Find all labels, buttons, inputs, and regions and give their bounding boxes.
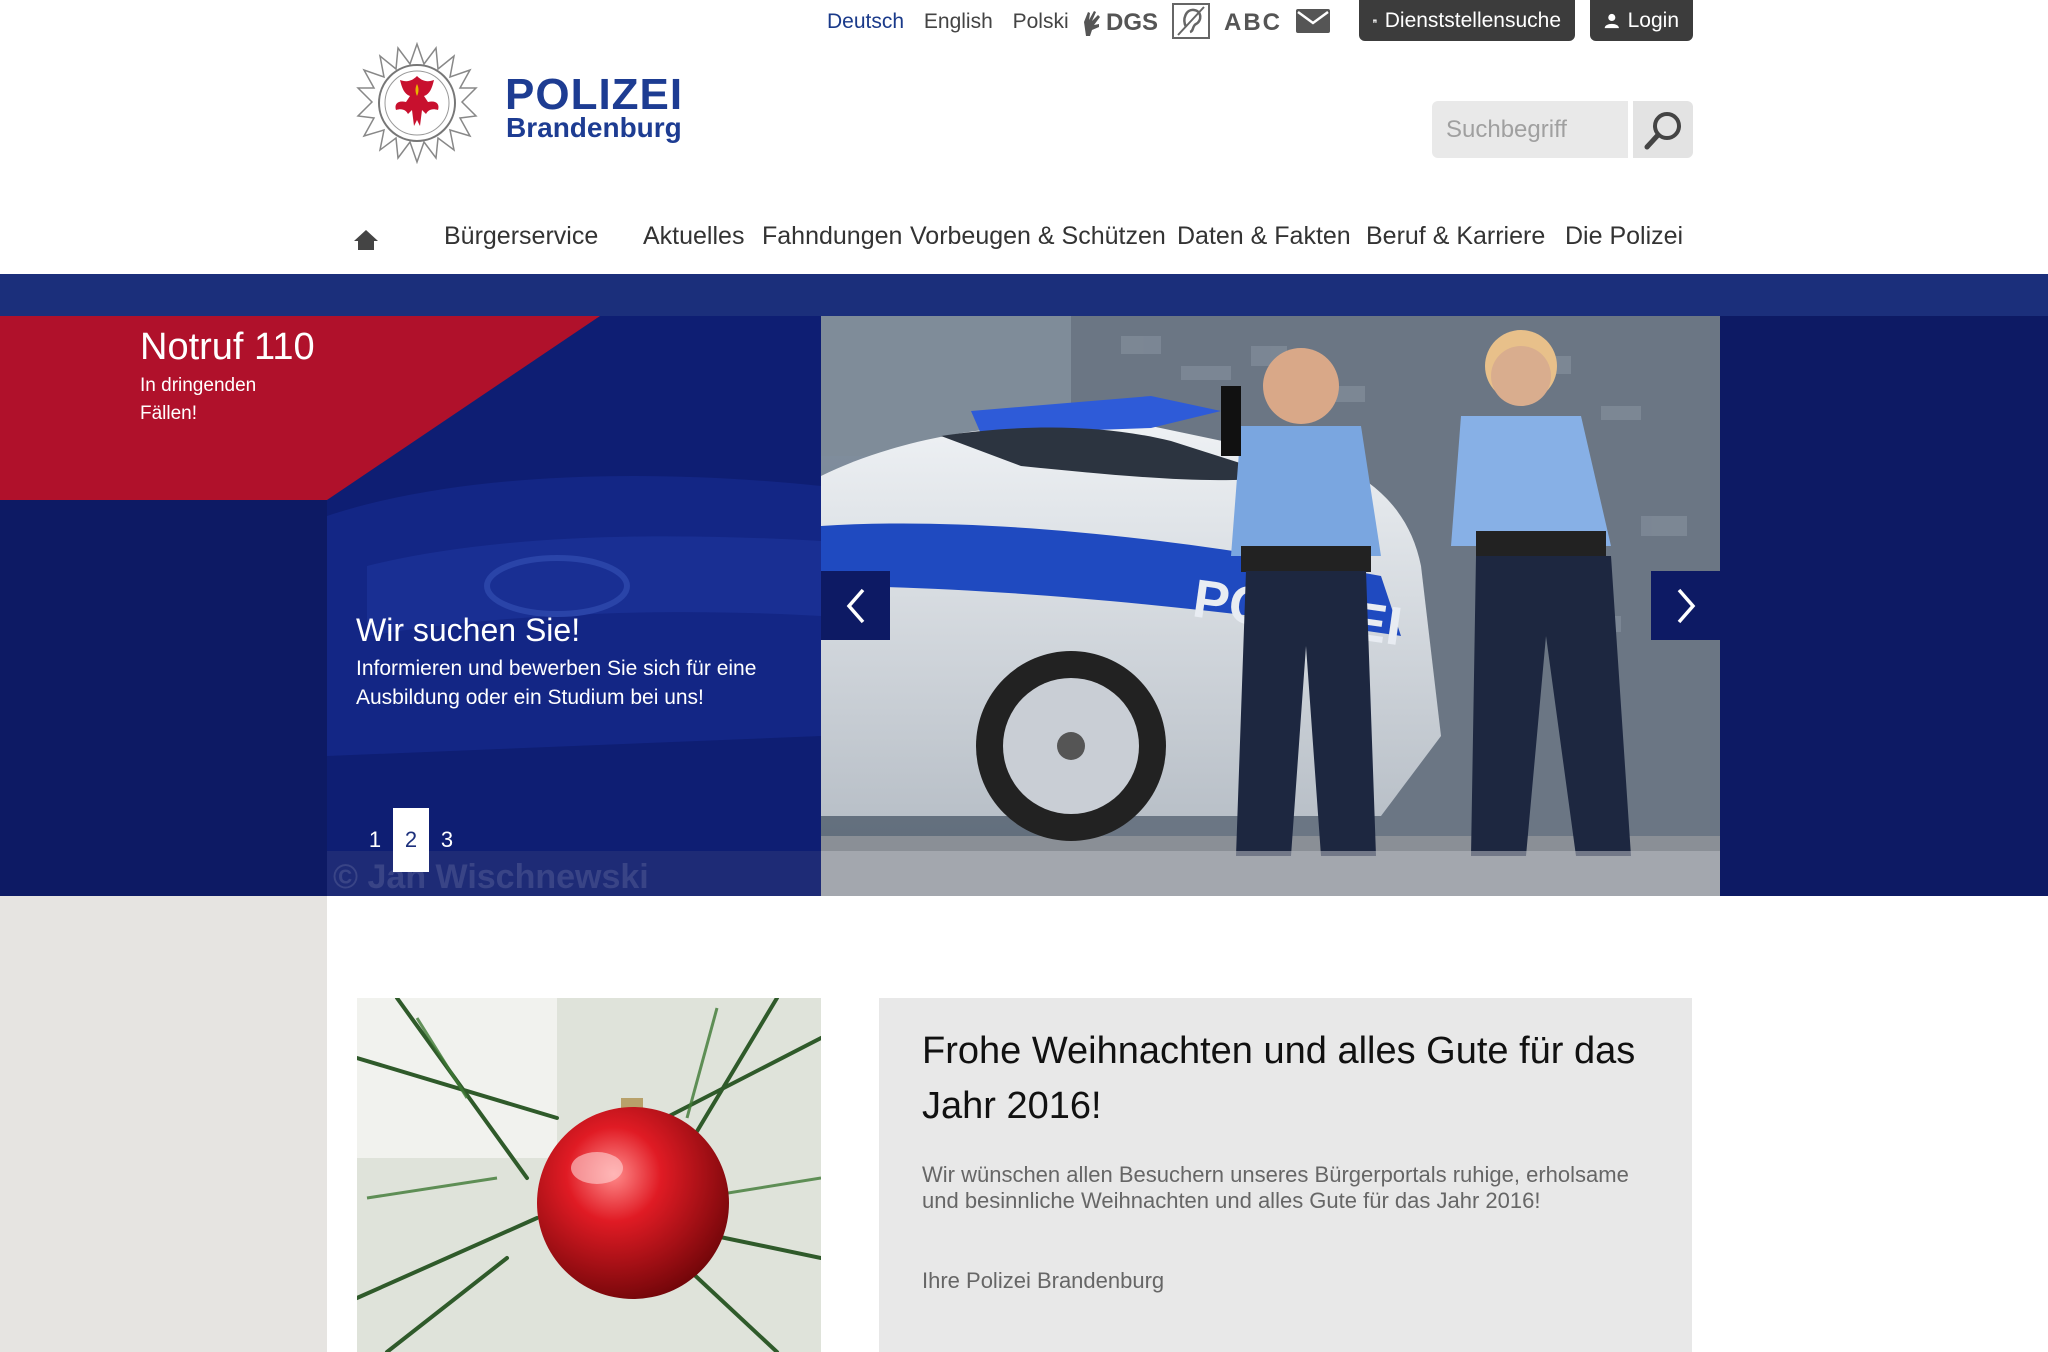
notruf-subtitle: In dringenden Fällen!	[140, 375, 257, 424]
chevron-right-icon	[1677, 588, 1695, 623]
news-body: Wir wünschen allen Besuchern unseres Bür…	[922, 1162, 1629, 1213]
lang-english[interactable]: English	[924, 10, 993, 33]
ear-icon	[1172, 2, 1211, 39]
user-icon	[1604, 13, 1619, 28]
slider-prev-button[interactable]	[821, 571, 890, 640]
home-link[interactable]	[354, 230, 378, 255]
lang-polski[interactable]: Polski	[1013, 10, 1069, 33]
notruf-title: Notruf 110	[140, 326, 315, 368]
left-sidebar-background	[0, 896, 327, 1352]
login-button[interactable]: Login	[1590, 0, 1693, 41]
home-icon	[354, 230, 378, 250]
mail-icon	[1296, 8, 1331, 33]
search-input[interactable]	[1432, 101, 1628, 158]
nav-vorbeugen-schuetzen[interactable]: Vorbeugen & Schützen	[910, 222, 1166, 251]
logo-subtitle: Brandenburg	[506, 112, 682, 143]
nav-beruf-karriere[interactable]: Beruf & Karriere	[1366, 222, 1545, 251]
building-icon	[1373, 19, 1377, 23]
dienststellensuche-label: Dienststellensuche	[1384, 8, 1561, 32]
nav-fahndungen[interactable]: Fahndungen	[762, 222, 902, 251]
hearing-loop-link[interactable]	[1172, 2, 1211, 44]
sign-language-link[interactable]: DGS	[1080, 8, 1158, 38]
lang-deutsch[interactable]: Deutsch	[827, 10, 904, 33]
contact-link[interactable]	[1296, 8, 1331, 38]
easy-language-link[interactable]: ABC	[1224, 9, 1282, 37]
slide-title[interactable]: Wir suchen Sie!	[356, 612, 580, 649]
login-label: Login	[1627, 8, 1679, 32]
hand-icon	[1084, 11, 1100, 36]
language-switcher: Deutsch English Polski	[827, 10, 1083, 34]
slide-photo-police: POLIZEI	[821, 316, 1720, 896]
chevron-left-icon	[846, 588, 864, 623]
nav-daten-fakten[interactable]: Daten & Fakten	[1177, 222, 1351, 251]
accessibility-links: DGS ABC	[1080, 2, 1331, 44]
nav-aktuelles[interactable]: Aktuelles	[643, 222, 744, 251]
slider-next-button[interactable]	[1651, 571, 1720, 640]
news-image-christmas-ornament[interactable]	[357, 998, 821, 1352]
search-icon	[1644, 111, 1681, 149]
dienststellensuche-button[interactable]: Dienststellensuche	[1359, 0, 1575, 41]
logo-link[interactable]	[356, 41, 478, 169]
blue-stripe	[0, 274, 2048, 316]
search-button[interactable]	[1633, 101, 1693, 158]
dgs-label: DGS	[1106, 9, 1159, 36]
nav-die-polizei[interactable]: Die Polizei	[1565, 222, 1683, 251]
slide-description: Informieren und bewerben Sie sich für ei…	[356, 657, 757, 709]
photo-credit: © Jan Wischnewski	[333, 858, 649, 896]
news-signature: Ihre Polizei Brandenburg	[922, 1268, 1165, 1293]
nav-buergerservice[interactable]: Bürgerservice	[444, 222, 598, 251]
police-star-emblem	[356, 41, 478, 165]
news-title[interactable]: Frohe Weihnachten und alles Gute für das…	[922, 1024, 1662, 1134]
